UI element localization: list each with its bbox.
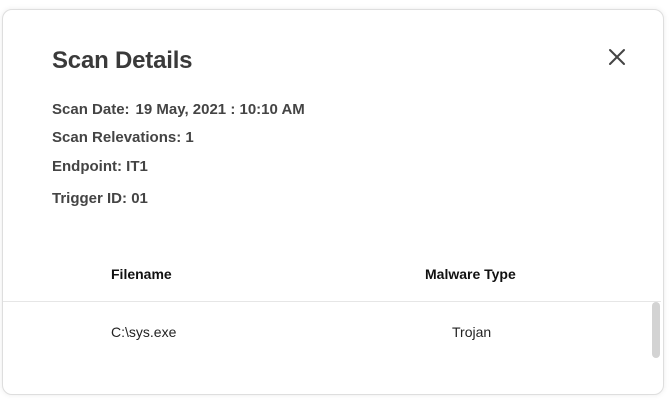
scrollbar-thumb[interactable] (652, 302, 660, 358)
scan-relevations-value: 1 (185, 129, 194, 146)
endpoint-row: Endpoint: IT1 (52, 158, 148, 175)
scan-details-dialog: Scan Details Scan Date: 19 May, 2021 : 10… (2, 9, 664, 395)
scan-date-label: Scan Date: (52, 101, 130, 118)
trigger-id-row: Trigger ID: 01 (52, 190, 148, 207)
column-header-filename[interactable]: Filename (111, 266, 172, 282)
malware-type-cell: Trojan (452, 324, 492, 340)
scan-relevations-label: Scan Relevations: (52, 129, 182, 146)
trigger-id-label: Trigger ID: (52, 190, 128, 207)
scan-date-value: 19 May, 2021 : 10:10 AM (135, 101, 305, 118)
filename-cell: C:\sys.exe (111, 324, 177, 340)
close-button[interactable] (607, 47, 627, 67)
dialog-title: Scan Details (52, 47, 193, 74)
close-icon (609, 49, 625, 65)
scan-relevations-row: Scan Relevations: 1 (52, 129, 194, 146)
column-header-malware-type[interactable]: Malware Type (425, 266, 516, 282)
header-divider (3, 301, 661, 302)
endpoint-label: Endpoint: (52, 158, 122, 175)
trigger-id-value: 01 (131, 190, 148, 207)
scan-date-row: Scan Date: 19 May, 2021 : 10:10 AM (52, 101, 305, 118)
endpoint-value: IT1 (126, 158, 148, 175)
